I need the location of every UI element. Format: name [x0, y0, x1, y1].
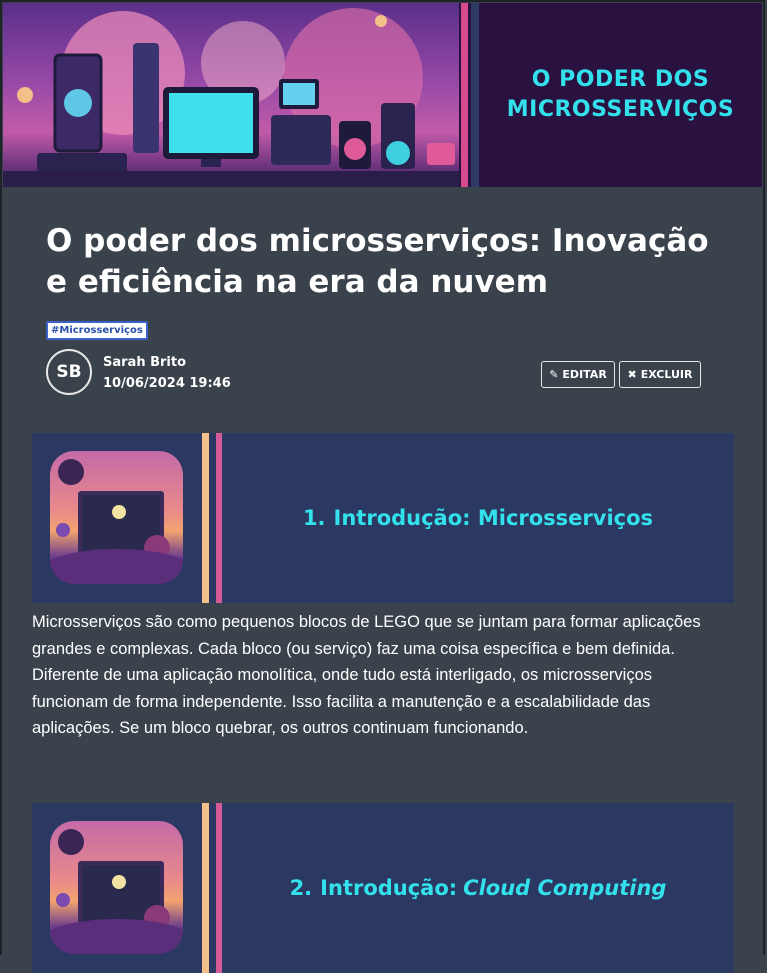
delete-button-label: EXCLUIR [640, 368, 693, 381]
delete-button[interactable]: ✖ EXCLUIR [619, 361, 701, 388]
section-heading-text: Introdução: Microsserviços [333, 506, 654, 530]
section-stripe-peach [202, 803, 209, 973]
post-date: 10/06/2024 19:46 [103, 376, 231, 391]
section-header-2: 2. Introdução: Cloud Computing [32, 803, 734, 973]
tag-badge[interactable]: #Microsserviços [46, 321, 148, 340]
section-heading-prefix: Introdução: [320, 876, 458, 900]
section-stripe-peach [202, 433, 209, 603]
banner-title: O PODER DOS MICROSSERVIÇOS [506, 67, 735, 122]
close-icon: ✖ [627, 368, 637, 381]
banner-stripe-navy [471, 3, 479, 187]
edit-button-label: EDITAR [562, 368, 607, 381]
author-avatar: SB [46, 349, 92, 395]
post-title: O poder dos microsserviços: Inovação e e… [46, 223, 709, 300]
section-body-text: Microsserviços são como pequenos blocos … [32, 613, 701, 738]
section-thumbnail-image [50, 821, 183, 954]
section-number: 2. [289, 876, 313, 900]
banner-stripe-pink [461, 3, 468, 187]
section-thumbnail-image [50, 451, 183, 584]
pencil-icon: ✎ [549, 368, 559, 381]
author-name: Sarah Brito [103, 355, 187, 370]
section-heading: 1. Introdução: Microsserviços [222, 433, 734, 603]
hero-banner: O PODER DOS MICROSSERVIÇOS [3, 3, 762, 187]
edit-button[interactable]: ✎ EDITAR [541, 361, 615, 388]
section-number: 1. [302, 506, 326, 530]
section-heading: 2. Introdução: Cloud Computing [222, 803, 734, 973]
banner-illustration [3, 3, 459, 187]
section-header-1: 1. Introdução: Microsserviços [32, 433, 734, 603]
section-heading-emphasis: Cloud Computing [463, 876, 667, 900]
